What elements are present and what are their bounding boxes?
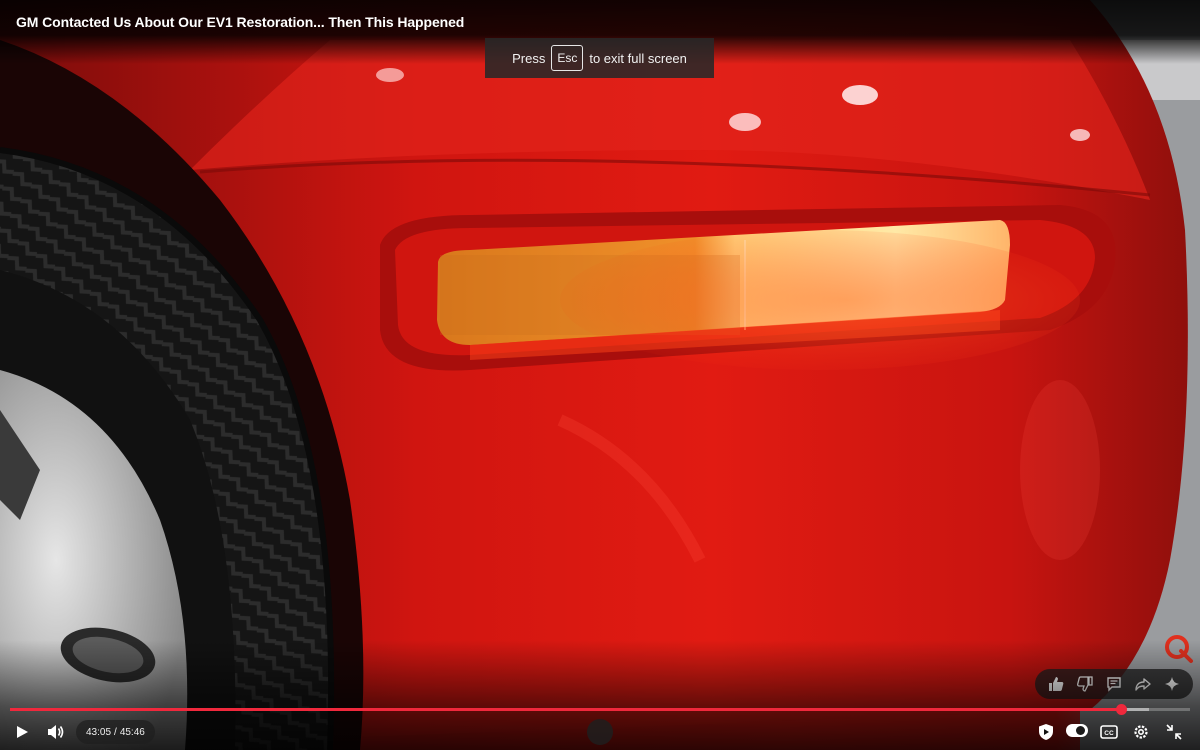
shield-icon[interactable] (1033, 720, 1059, 744)
video-frame[interactable] (0, 0, 1200, 750)
time-separator: / (114, 726, 117, 738)
duration: 45:46 (119, 726, 145, 738)
autoplay-toggle-knob (1076, 726, 1085, 735)
fullscreen-hint-prefix: Press (512, 50, 546, 66)
play-icon[interactable] (9, 720, 35, 744)
autoplay-toggle[interactable] (1066, 724, 1088, 737)
progress-bar[interactable] (10, 704, 1190, 715)
time-display: 43:05 / 45:46 (76, 720, 155, 744)
right-controls: CC (1030, 716, 1200, 748)
esc-key: Esc (551, 45, 584, 71)
played-bar (10, 708, 1122, 711)
fullscreen-hint-suffix: to exit full screen (589, 50, 687, 66)
captions-icon[interactable]: CC (1096, 720, 1122, 744)
svg-text:CC: CC (1104, 730, 1114, 737)
exit-fullscreen-icon[interactable] (1161, 720, 1187, 744)
video-scene (0, 0, 1200, 750)
volume-icon[interactable] (43, 720, 69, 744)
fullscreen-hint: Press Esc to exit full screen (485, 38, 714, 78)
current-time: 43:05 (86, 726, 112, 738)
settings-icon[interactable] (1128, 720, 1154, 744)
chapter-indicator (587, 719, 613, 745)
video-title[interactable]: GM Contacted Us About Our EV1 Restoratio… (16, 14, 464, 30)
